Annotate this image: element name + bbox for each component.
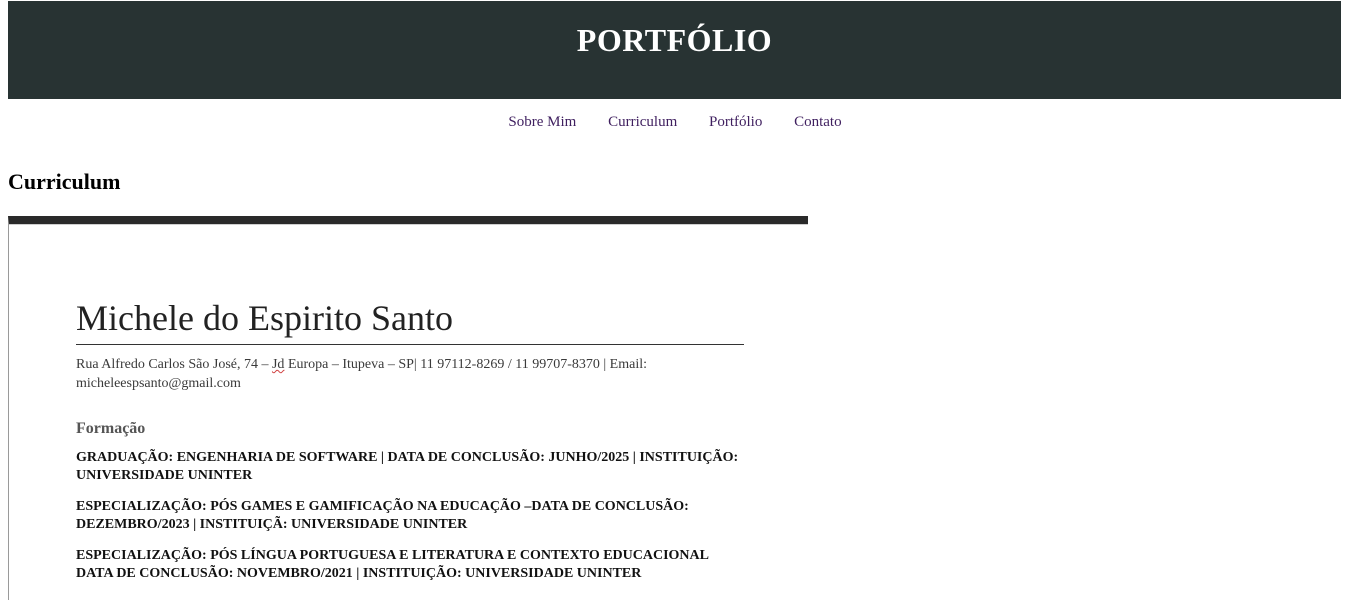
education-entry: GRADUAÇÃO: ENGENHARIA DE SOFTWARE | DATA… — [76, 450, 739, 483]
site-title: PORTFÓLIO — [576, 22, 773, 58]
contact-spellcheck-word: Jd — [271, 357, 285, 372]
education-heading: Formação — [76, 420, 146, 437]
resume-contact-line: Rua Alfredo Carlos São José, 74 – Jd Eur… — [76, 355, 744, 393]
contact-text-start: Rua Alfredo Carlos São José, 74 – — [76, 357, 272, 372]
resume-name: Michele do Espirito Santo — [76, 298, 744, 345]
document-top-divider — [9, 224, 808, 225]
section-title: Curriculum — [8, 169, 121, 194]
nav-link-portfolio[interactable]: Portfólio — [709, 114, 762, 130]
nav-link-sobre-mim[interactable]: Sobre Mim — [508, 114, 576, 130]
resume-document: Michele do Espirito Santo Rua Alfredo Ca… — [76, 298, 744, 583]
site-header: PORTFÓLIO — [8, 1, 1341, 99]
nav-link-curriculum[interactable]: Curriculum — [608, 114, 677, 130]
education-entry: ESPECIALIZAÇÃO: PÓS GAMES E GAMIFICAÇÃO … — [76, 499, 689, 532]
education-entry: ESPECIALIZAÇÃO: PÓS LÍNGUA PORTUGUESA E … — [76, 548, 709, 581]
nav-link-contato[interactable]: Contato — [794, 114, 842, 130]
main-nav: Sobre Mim Curriculum Portfólio Contato — [0, 114, 1350, 131]
resume-document-viewer[interactable]: Michele do Espirito Santo Rua Alfredo Ca… — [8, 216, 808, 600]
page: PORTFÓLIO Sobre Mim Curriculum Portfólio… — [0, 0, 1350, 600]
